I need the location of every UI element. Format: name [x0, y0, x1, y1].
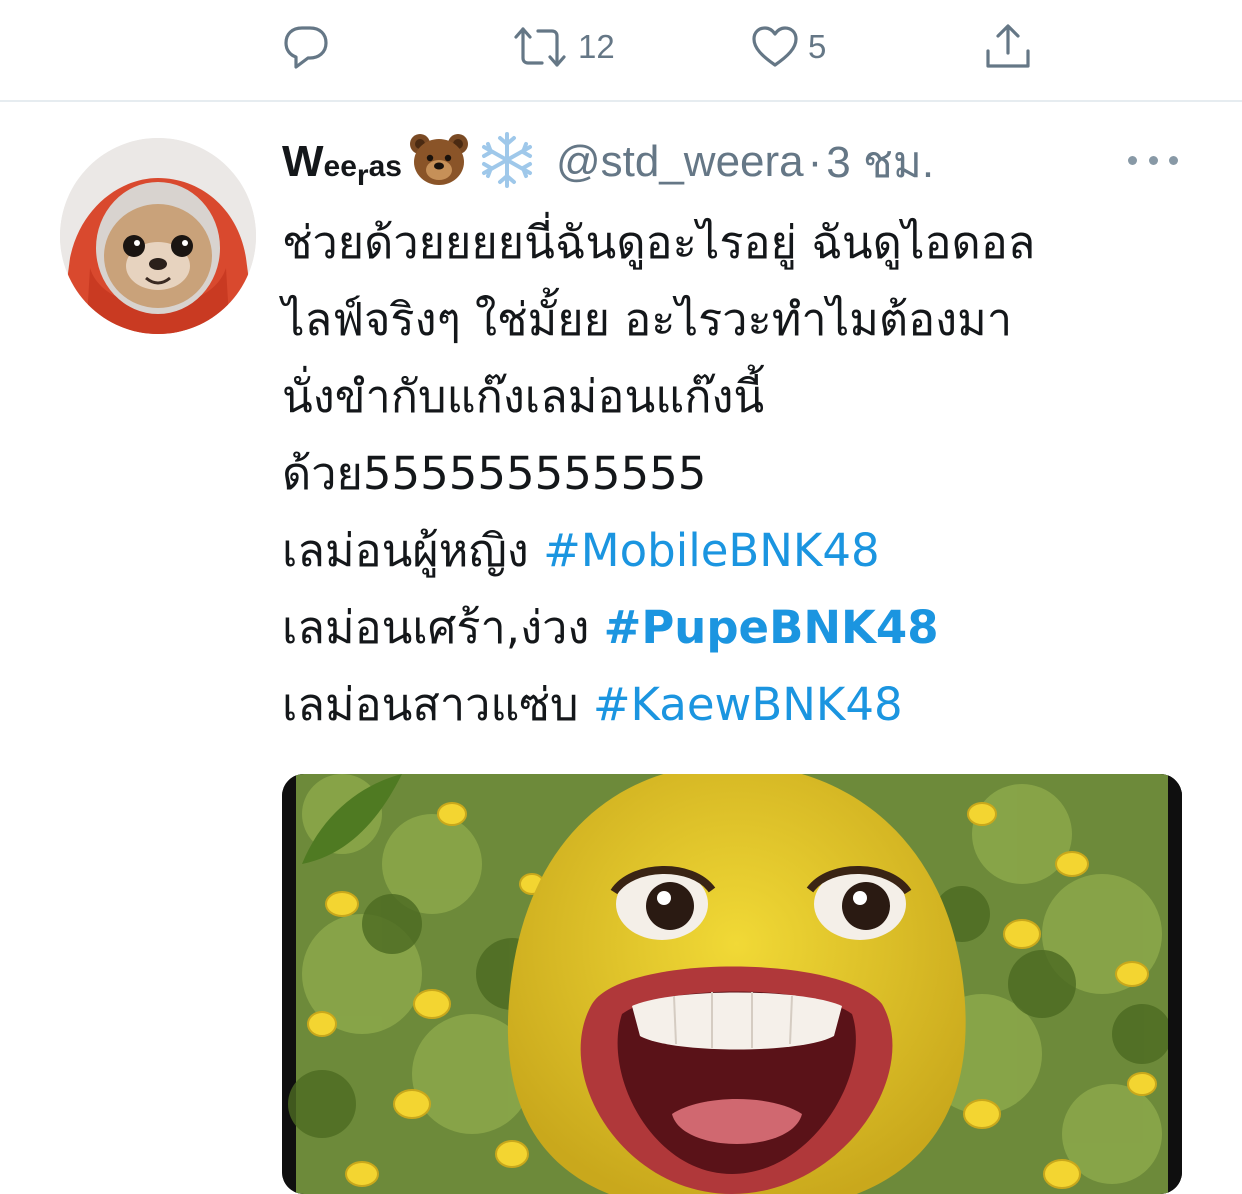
more-dot — [1169, 155, 1178, 165]
hashtag-line-prefix: เลม่อนผู้หญิง — [282, 524, 544, 577]
name-emojis — [408, 130, 538, 194]
retweet-button[interactable]: 12 — [510, 22, 615, 72]
tweet-text-line: ช่วยด้วยยยยนี่ฉันดูอะไรอยู่ ฉันดูไอดอล — [282, 216, 1036, 269]
hashtag-line-prefix: เลม่อนเศร้า,ง่วง — [282, 601, 604, 654]
tweet-hashtag-line: เลม่อนสาวแซ่บ #KaewBNK48 — [282, 666, 1182, 743]
tweet-time[interactable]: 3 ชม. — [826, 127, 934, 197]
heart-icon — [750, 24, 800, 70]
tweet-media-image[interactable] — [282, 774, 1182, 1194]
reply-icon — [282, 24, 330, 70]
lemon-face-image — [282, 774, 1182, 1194]
tweet-text-line: ด้วย555555555555 — [282, 447, 707, 500]
previous-tweet-action-bar: 12 5 — [0, 0, 1242, 102]
tweet-text: ช่วยด้วยยยยนี่ฉันดูอะไรอยู่ ฉันดูไอดอล ไ… — [282, 204, 1182, 743]
reply-button[interactable] — [282, 22, 330, 72]
user-handle[interactable]: @std_weera — [556, 137, 804, 187]
tweet-hashtag-line: เลม่อนเศร้า,ง่วง #PupeBNK48 — [282, 589, 1182, 666]
more-dot — [1148, 155, 1158, 165]
separator-dot: · — [807, 137, 823, 186]
hashtag-link[interactable]: #MobileBNK48 — [543, 524, 880, 577]
tweet-text-line: ไลฟ์จริงๆ ใช่มั้ยย อะไรวะทำไมต้องมา — [282, 293, 1013, 346]
tweet-hashtag-line: เลม่อนผู้หญิง #MobileBNK48 — [282, 512, 1182, 589]
snowflake-icon — [476, 130, 538, 194]
hashtag-link[interactable]: #KaewBNK48 — [593, 678, 903, 731]
hashtag-link[interactable]: #PupeBNK48 — [604, 601, 939, 654]
retweet-icon — [510, 24, 570, 70]
tweet-text-line: นั่งขำกับแก๊งเลม่อนแก๊งนี้ — [282, 370, 765, 423]
avatar[interactable] — [60, 138, 256, 334]
share-button[interactable] — [982, 22, 1034, 72]
retweet-count: 12 — [578, 28, 615, 65]
display-name[interactable]: Weeras — [282, 137, 402, 192]
tweet[interactable]: Weeras @std_weera · 3 ชม. ช่วยด้วยยยยนี่… — [0, 102, 1242, 1194]
tweet-header: Weeras @std_weera · 3 ชม. — [282, 132, 1182, 192]
hashtag-line-prefix: เลม่อนสาวแซ่บ — [282, 678, 593, 731]
share-icon — [982, 23, 1034, 71]
like-count: 5 — [808, 28, 827, 65]
more-dot — [1128, 155, 1137, 165]
like-button[interactable]: 5 — [750, 22, 826, 72]
more-options-button[interactable] — [1128, 150, 1178, 170]
bear-icon — [408, 132, 470, 192]
